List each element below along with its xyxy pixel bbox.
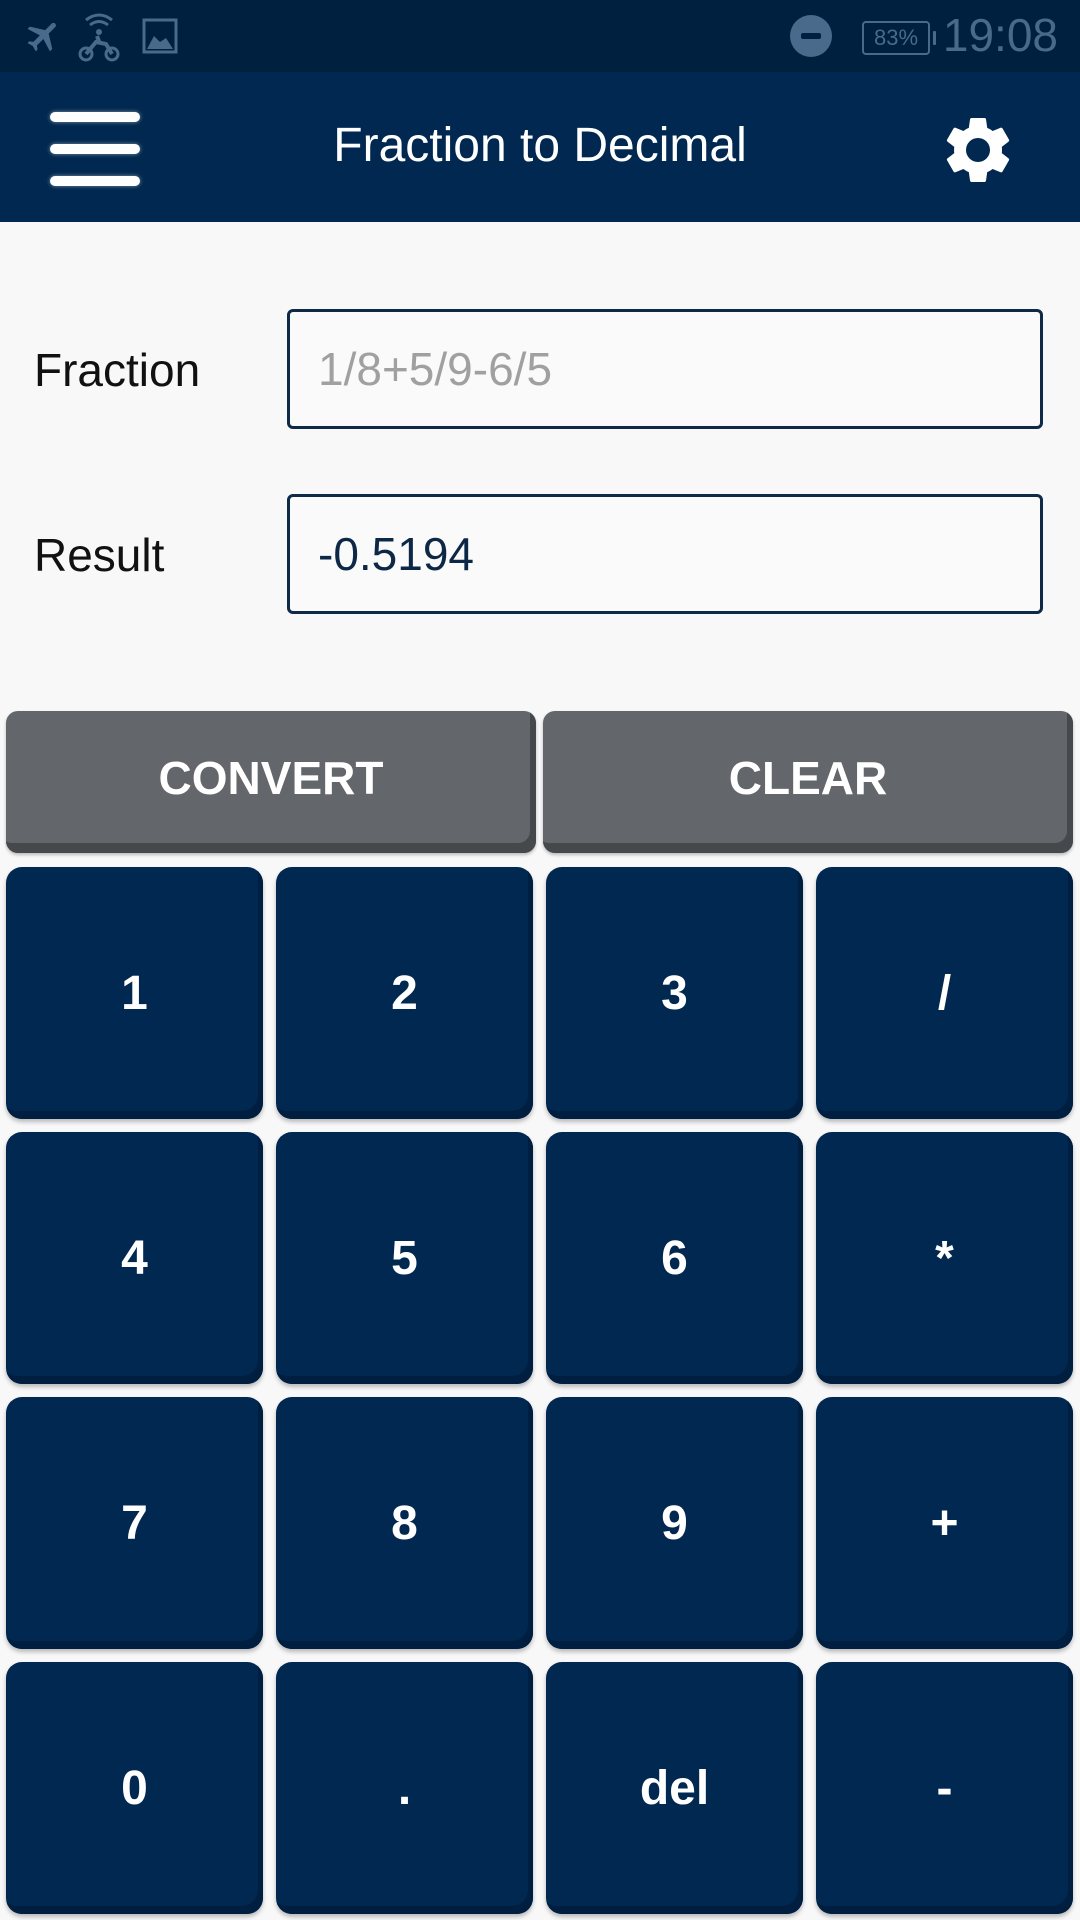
key-5[interactable]: 5	[276, 1132, 533, 1384]
key-plus[interactable]: +	[816, 1397, 1073, 1649]
key-divide[interactable]: /	[816, 867, 1073, 1119]
key-delete[interactable]: del	[546, 1662, 803, 1914]
key-1[interactable]: 1	[6, 867, 263, 1119]
convert-button[interactable]: CONVERT	[6, 711, 536, 853]
key-8[interactable]: 8	[276, 1397, 533, 1649]
result-label: Result	[34, 529, 165, 581]
clear-button[interactable]: CLEAR	[543, 711, 1073, 853]
key-minus[interactable]: -	[816, 1662, 1073, 1914]
gear-icon[interactable]	[938, 110, 1028, 200]
result-field	[287, 494, 1043, 614]
key-9[interactable]: 9	[546, 1397, 803, 1649]
battery-indicator: 83%	[862, 21, 936, 55]
key-2[interactable]: 2	[276, 867, 533, 1119]
status-bar: 83% 19:08	[0, 0, 1080, 72]
key-3[interactable]: 3	[546, 867, 803, 1119]
clock: 19:08	[942, 9, 1058, 61]
key-6[interactable]: 6	[546, 1132, 803, 1384]
fraction-input[interactable]	[290, 312, 1040, 426]
image-icon	[142, 18, 178, 59]
do-not-disturb-icon	[790, 15, 832, 57]
airplane-mode-icon	[24, 16, 64, 61]
key-multiply[interactable]: *	[816, 1132, 1073, 1384]
fraction-field	[287, 309, 1043, 429]
result-output[interactable]	[290, 497, 1040, 611]
wifi-hotspot-rider-icon	[76, 10, 122, 67]
key-0[interactable]: 0	[6, 1662, 263, 1914]
key-decimal[interactable]: .	[276, 1662, 533, 1914]
app-bar: Fraction to Decimal	[0, 72, 1080, 222]
page-title: Fraction to Decimal	[333, 119, 747, 172]
key-4[interactable]: 4	[6, 1132, 263, 1384]
fraction-label: Fraction	[34, 344, 201, 396]
key-7[interactable]: 7	[6, 1397, 263, 1649]
